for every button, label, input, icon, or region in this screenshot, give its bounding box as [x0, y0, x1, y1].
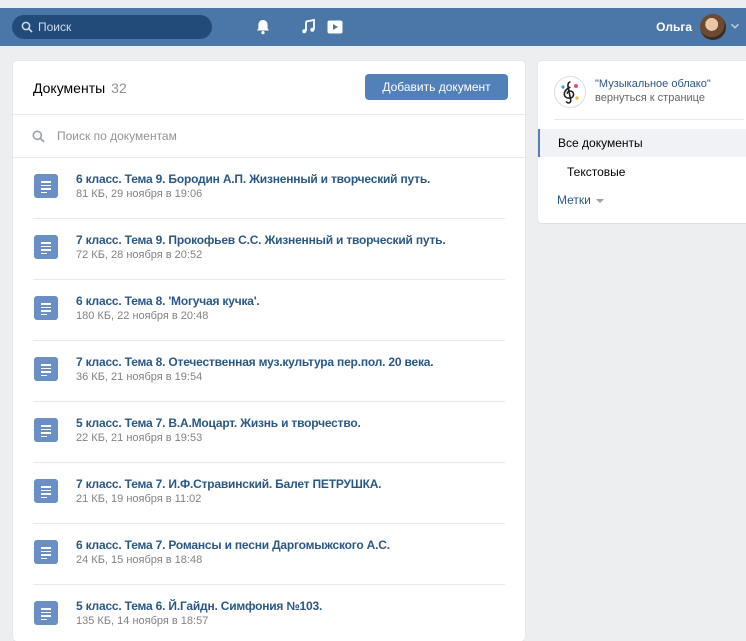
documents-header: Документы 32 Добавить документ — [13, 61, 525, 115]
document-title[interactable]: 6 класс. Тема 8. 'Могучая кучка'. — [76, 294, 260, 308]
caret-down-icon — [595, 198, 604, 203]
document-icon — [34, 540, 58, 564]
document-title[interactable]: 7 класс. Тема 9. Прокофьев С.С. Жизненны… — [76, 233, 446, 247]
document-row[interactable]: 5 класс. Тема 6. Й.Гайдн. Симфония №103.… — [13, 585, 525, 641]
document-meta: 21 КБ, 19 ноября в 11:02 — [76, 493, 202, 505]
document-icon — [34, 357, 58, 381]
nav-item-text-documents[interactable]: Текстовые — [567, 165, 625, 179]
document-meta: 36 КБ, 21 ноября в 19:54 — [76, 371, 203, 383]
chevron-down-icon[interactable] — [730, 21, 740, 31]
bell-icon[interactable] — [254, 18, 272, 36]
nav-item-all-documents[interactable]: Все документы — [538, 129, 746, 157]
document-title[interactable]: 7 класс. Тема 8. Отечественная муз.культ… — [76, 355, 434, 369]
documents-count: 32 — [111, 80, 127, 96]
user-avatar[interactable] — [700, 14, 726, 40]
top-header: Поиск Ольга — [0, 8, 746, 46]
document-row[interactable]: 5 класс. Тема 7. В.А.Моцарт. Жизнь и тво… — [13, 402, 525, 463]
document-icon — [34, 296, 58, 320]
document-icon — [34, 235, 58, 259]
document-title[interactable]: 7 класс. Тема 7. И.Ф.Стравинский. Балет … — [76, 477, 382, 491]
document-title[interactable]: 6 класс. Тема 7. Романсы и песни Даргомы… — [76, 538, 390, 552]
document-title[interactable]: 5 класс. Тема 6. Й.Гайдн. Симфония №103. — [76, 599, 322, 613]
search-icon — [21, 21, 33, 33]
back-to-page-link[interactable]: вернуться к странице — [595, 92, 705, 104]
nav-item-tags-label: Метки — [557, 193, 591, 207]
document-icon — [34, 418, 58, 442]
video-play-icon[interactable] — [326, 18, 344, 36]
global-search[interactable]: Поиск — [12, 15, 212, 39]
music-icon[interactable] — [300, 18, 318, 36]
user-name[interactable]: Ольга — [656, 20, 692, 34]
documents-panel: Документы 32 Добавить документ 6 класс. Т… — [13, 61, 525, 641]
group-name-link[interactable]: "Музыкальное облако" — [595, 78, 711, 90]
search-icon — [32, 130, 45, 143]
document-row[interactable]: 6 класс. Тема 9. Бородин А.П. Жизненный … — [13, 158, 525, 219]
divider — [554, 119, 744, 120]
document-meta: 24 КБ, 15 ноября в 18:48 — [76, 554, 203, 566]
global-search-placeholder: Поиск — [38, 20, 72, 34]
treble-clef-icon[interactable] — [554, 76, 586, 108]
document-meta: 81 КБ, 29 ноября в 19:06 — [76, 188, 203, 200]
document-row[interactable]: 6 класс. Тема 8. 'Могучая кучка'. 180 КБ… — [13, 280, 525, 341]
documents-list: 6 класс. Тема 9. Бородин А.П. Жизненный … — [13, 158, 525, 641]
documents-search — [13, 115, 525, 158]
document-icon — [34, 479, 58, 503]
side-panel: "Музыкальное облако" вернуться к страниц… — [538, 61, 746, 223]
document-icon — [34, 601, 58, 625]
document-row[interactable]: 7 класс. Тема 9. Прокофьев С.С. Жизненны… — [13, 219, 525, 280]
document-row[interactable]: 7 класс. Тема 8. Отечественная муз.культ… — [13, 341, 525, 402]
documents-search-input[interactable] — [57, 129, 457, 143]
document-meta: 135 КБ, 14 ноября в 18:57 — [76, 615, 209, 627]
nav-item-tags[interactable]: Метки — [557, 193, 604, 207]
add-document-button[interactable]: Добавить документ — [365, 74, 508, 100]
document-row[interactable]: 7 класс. Тема 7. И.Ф.Стравинский. Балет … — [13, 463, 525, 524]
document-row[interactable]: 6 класс. Тема 7. Романсы и песни Даргомы… — [13, 524, 525, 585]
document-meta: 72 КБ, 28 ноября в 20:52 — [76, 249, 203, 261]
document-meta: 180 КБ, 22 ноября в 20:48 — [76, 310, 209, 322]
document-icon — [34, 174, 58, 198]
top-band — [0, 0, 746, 8]
page-title-text: Документы — [33, 80, 106, 96]
page-title: Документы 32 — [33, 80, 127, 96]
document-title[interactable]: 6 класс. Тема 9. Бородин А.П. Жизненный … — [76, 172, 430, 186]
document-meta: 22 КБ, 21 ноября в 19:53 — [76, 432, 203, 444]
document-title[interactable]: 5 класс. Тема 7. В.А.Моцарт. Жизнь и тво… — [76, 416, 361, 430]
